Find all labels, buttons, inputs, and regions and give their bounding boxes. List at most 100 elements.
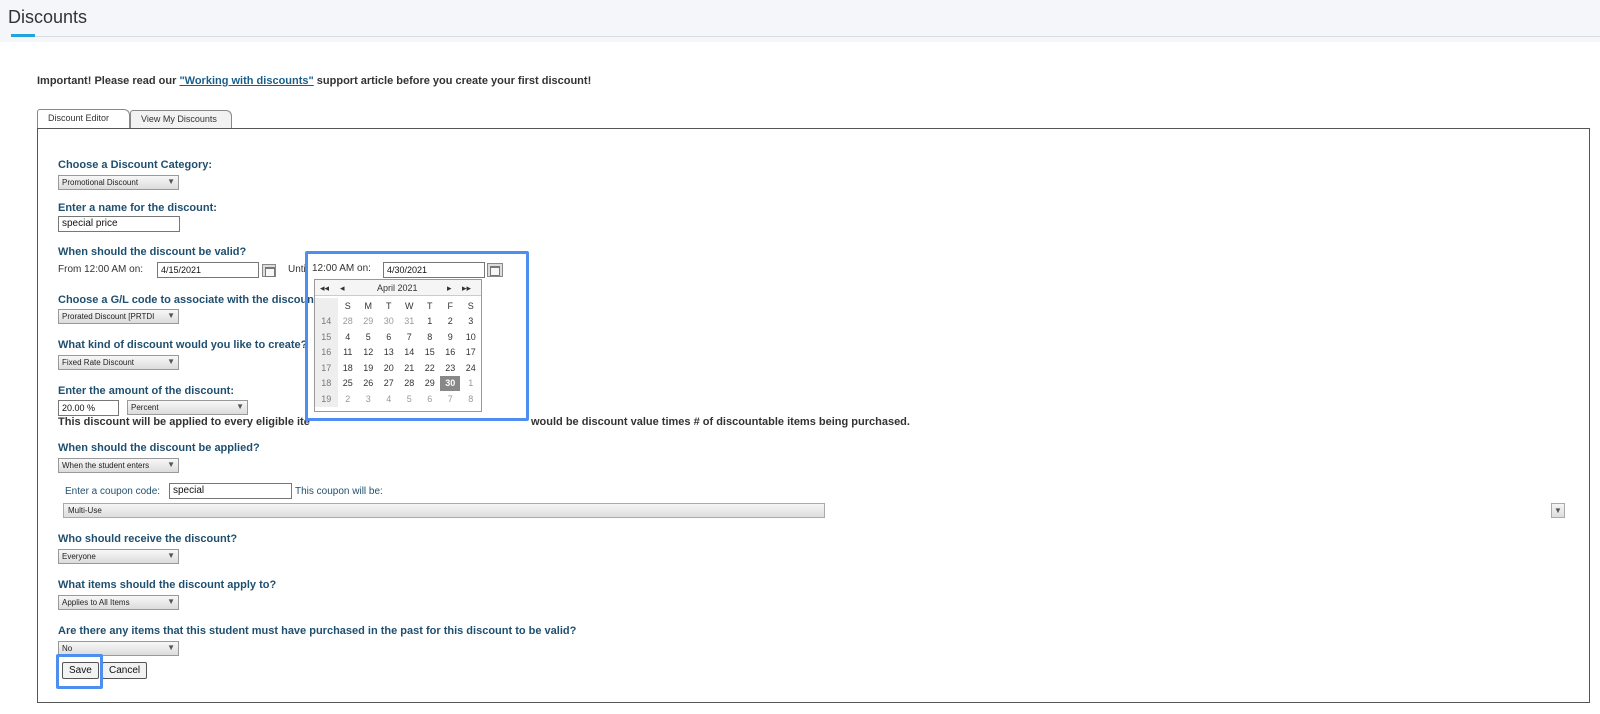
name-label: Enter a name for the discount: [58,202,217,214]
cancel-button[interactable]: Cancel [102,662,148,679]
calendar-day[interactable]: 25 [338,376,358,392]
calendar-day[interactable]: 4 [379,391,399,407]
calendar-day[interactable]: 24 [460,360,481,376]
save-button-highlight [56,654,103,689]
discount-kind-select[interactable]: Fixed Rate Discount ▼ [58,355,179,370]
next-month-icon[interactable]: ▸ [447,283,452,294]
week-number: 18 [315,375,338,391]
items-select[interactable]: Applies to All Items ▼ [58,595,179,610]
calendar-day[interactable]: 22 [419,360,439,376]
calendar-day[interactable]: 13 [379,345,399,361]
coupon-use-select[interactable]: Multi-Use [63,503,825,518]
calendar-day[interactable]: 11 [338,345,358,361]
calendar-day[interactable]: 10 [460,329,481,345]
category-value: Promotional Discount [62,178,139,187]
week-number: 17 [315,360,338,376]
calendar-day[interactable]: 20 [379,360,399,376]
page-title: Discounts [8,7,88,27]
week-number-header [315,298,338,314]
next-year-icon[interactable]: ▸▸ [462,283,471,294]
notice-prefix: Important! Please read our [37,75,180,87]
calendar-day[interactable]: 17 [460,345,481,361]
calendar-day[interactable]: 2 [440,314,460,330]
category-select[interactable]: Promotional Discount ▼ [58,175,179,190]
calendar-day[interactable]: 30 [379,314,399,330]
calendar-day[interactable]: 23 [440,360,460,376]
until-label-partial: Unti [288,264,306,275]
week-number: 15 [315,329,338,345]
chevron-down-icon: ▼ [167,643,175,652]
calendar-day[interactable]: 12 [358,345,378,361]
week-number: 19 [315,391,338,407]
calendar-day[interactable]: 5 [399,391,419,407]
from-calendar-icon[interactable] [262,264,276,277]
chevron-down-icon: ▼ [236,402,244,411]
calendar-day[interactable]: 26 [358,376,378,392]
tab-discount-editor[interactable]: Discount Editor [37,109,130,129]
discount-kind-label: What kind of discount would you like to … [58,339,308,351]
applied-value: When the student enters [62,461,150,470]
calendar-day[interactable]: 28 [399,376,419,392]
prev-month-icon[interactable]: ◂ [340,283,345,294]
calendar-day[interactable]: 7 [440,391,460,407]
calendar-week-row: 15 4 5 6 7 8 9 10 [315,329,481,345]
valid-label: When should the discount be valid? [58,246,247,258]
calendar-day[interactable]: 19 [358,360,378,376]
calendar-week-row: 14 28 29 30 31 1 2 3 [315,313,481,330]
calendar-day[interactable]: 31 [399,314,419,330]
calendar-day[interactable]: 29 [419,376,439,392]
calendar-day[interactable]: 18 [338,360,358,376]
notice-suffix: support article before you create your f… [313,75,592,87]
chevron-down-icon: ▼ [167,311,175,320]
calendar-day[interactable]: 3 [358,391,378,407]
weekday-label: F [447,300,453,311]
receive-label: Who should receive the discount? [58,533,238,545]
coupon-will-be-label: This coupon will be: [295,486,383,497]
calendar-day-selected[interactable]: 30 [439,375,461,391]
gl-code-select[interactable]: Prorated Discount [PRTDI ▼ [58,309,179,324]
calendar-day[interactable]: 8 [419,329,439,345]
calendar-day[interactable]: 21 [399,360,419,376]
header-divider [11,36,1600,37]
calendar-day[interactable]: 1 [460,376,481,392]
applied-label: When should the discount be applied? [58,442,260,454]
applied-select[interactable]: When the student enters ▼ [58,458,179,473]
calendar-day[interactable]: 29 [358,314,378,330]
calendar-day[interactable]: 14 [399,345,419,361]
calendar-day[interactable]: 6 [379,329,399,345]
calendar-day[interactable]: 16 [440,345,460,361]
from-date-input[interactable]: 4/15/2021 [157,262,259,278]
weekday-label: T [385,300,392,311]
calendar-day[interactable]: 4 [338,329,358,345]
page-header: Discounts [0,0,1600,42]
gl-code-label: Choose a G/L code to associate with the … [58,294,325,306]
receive-select[interactable]: Everyone ▼ [58,549,179,564]
discount-name-input[interactable]: special price [58,216,180,232]
coupon-code-input[interactable]: special [169,483,292,499]
category-label: Choose a Discount Category: [58,159,213,171]
calendar-day[interactable]: 2 [338,391,358,407]
calendar-day[interactable]: 7 [399,329,419,345]
coupon-code-label: Enter a coupon code: [65,486,161,497]
tab-view-my-discounts[interactable]: View My Discounts [130,110,232,128]
chevron-down-icon: ▼ [167,460,175,469]
support-article-link[interactable]: "Working with discounts" [179,75,313,87]
amount-input[interactable]: 20.00 % [58,400,119,416]
calendar-day[interactable]: 15 [419,345,439,361]
calendar-day[interactable]: 3 [460,314,481,330]
calendar-day[interactable]: 27 [379,376,399,392]
coupon-use-dropdown-icon[interactable]: ▼ [1551,503,1565,518]
calendar-month-title: April 2021 [377,283,418,293]
amount-unit-select[interactable]: Percent ▼ [127,400,248,415]
calendar-day[interactable]: 8 [460,391,481,407]
calendar-day[interactable]: 28 [338,314,358,330]
calendar-day[interactable]: 1 [419,314,439,330]
receive-value: Everyone [62,552,96,561]
calendar-header: ◂◂ ◂ April 2021 ▸ ▸▸ [315,280,481,296]
prev-year-icon[interactable]: ◂◂ [320,283,329,294]
header-accent [11,34,35,37]
from-label: From 12:00 AM on: [58,264,144,275]
calendar-day[interactable]: 5 [358,329,378,345]
calendar-day[interactable]: 9 [440,329,460,345]
calendar-day[interactable]: 6 [419,391,439,407]
